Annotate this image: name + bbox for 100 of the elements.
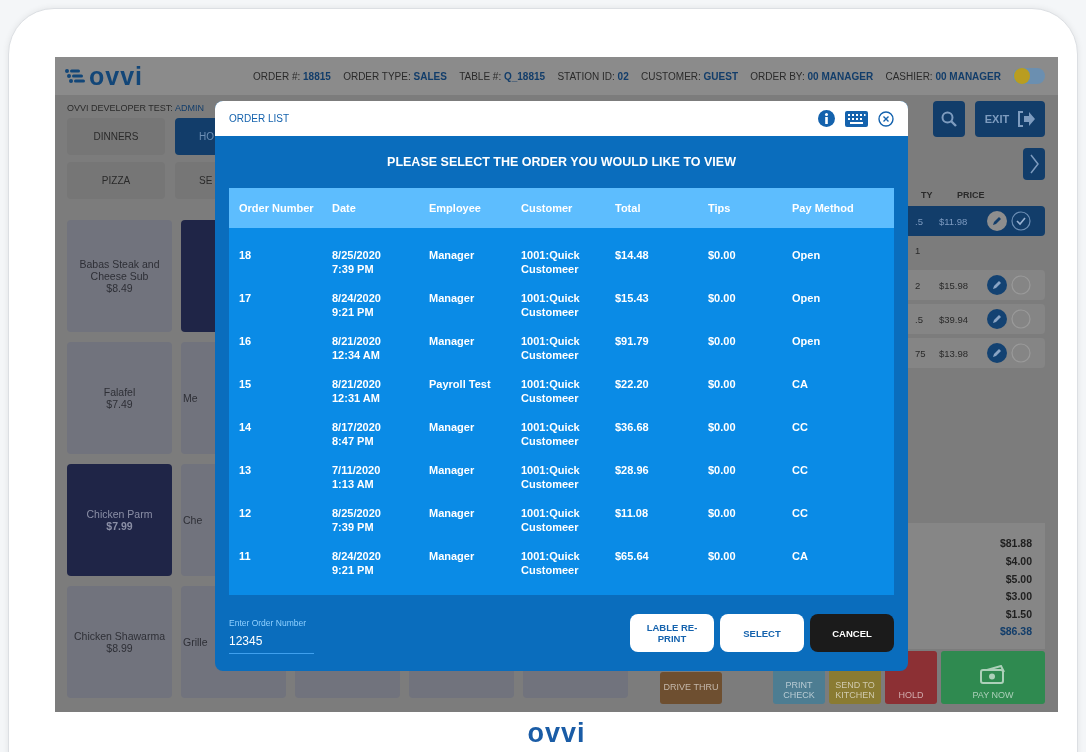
table-cell-text: 14 [239,420,253,434]
table-cell-text: $0.00 [708,248,737,262]
table-cell-text: Manager [429,463,476,477]
table-cell-text: Payroll Test [429,377,492,391]
table-cell-text: $36.68 [615,420,650,434]
category-button[interactable]: PIZZA [67,162,165,199]
column-header: Date [332,202,357,214]
table-cell-text: Manager [429,334,476,348]
table-cell-text: Manager [429,291,476,305]
table-cell-text: Manager [429,248,476,262]
table-cell-text: 13 [239,463,253,477]
table-cell-text: 7/11/2020 1:13 AM [332,463,382,491]
table-cell-text: Open [792,248,822,262]
quantity-text: .5 [915,313,924,325]
table-cell-text: 8/24/2020 9:21 PM [332,549,382,577]
column-header: PRICE [957,190,986,200]
order-info-text: ORDER TYPE: SALES [343,70,447,82]
table-cell-text: 8/25/2020 7:39 PM [332,248,382,276]
price-text: $15.98 [939,279,970,291]
table-cell-text: $91.79 [615,334,650,348]
grand-total-amount: $86.38 [999,624,1032,640]
amount-text: $4.00 [1005,554,1032,570]
amount-text: $81.88 [999,536,1032,552]
table-cell-text: Manager [429,506,476,520]
brand-logo: ovvi [526,718,587,749]
keyboard-icon[interactable] [845,110,868,127]
category-button[interactable]: DINNERS [67,118,165,155]
next-button[interactable] [1023,148,1045,180]
table-cell-text: $0.00 [708,291,737,305]
info-icon[interactable] [818,110,835,127]
order-info-text: CUSTOMER: GUEST [641,70,739,82]
table-cell-text: $11.08 [615,506,650,520]
menu-item-tile[interactable]: Falafel $7.49 [67,342,172,454]
table-cell-text: 1001:Quick Customeer [521,549,581,577]
menu-item-tile[interactable]: Babas Steak and Cheese Sub $8.49 [67,220,172,332]
check-icon[interactable] [1011,211,1031,231]
table-cell-text: CC [792,506,809,520]
table-cell-text: 15 [239,377,253,391]
table-cell-text: CC [792,463,809,477]
column-header: Total [615,202,642,214]
table-cell-text: 8/25/2020 7:39 PM [332,506,382,534]
store-label: OVVI DEVELOPER TEST: ADMIN [67,103,205,113]
table-cell-text: 1001:Quick Customeer [521,377,581,405]
price-text: $39.94 [939,313,970,325]
toggle-switch[interactable] [1013,67,1045,85]
close-icon[interactable] [878,110,894,127]
table-cell-text: Open [792,334,822,348]
price-text: $13.98 [939,347,970,359]
amount-text: $5.00 [1005,571,1032,587]
dialog-button[interactable]: LABLE RE-PRINT [630,614,714,652]
order-info-text: ORDER BY: 00 MANAGER [750,70,874,82]
amount-text: $1.50 [1005,606,1032,622]
table-cell-text: 8/21/2020 12:34 AM [332,334,382,362]
table-cell-text: 1001:Quick Customeer [521,334,581,362]
exit-icon [1017,111,1036,127]
table-cell-text: 18 [239,248,253,262]
table-cell-text: $0.00 [708,420,737,434]
table-cell-text: $0.00 [708,463,737,477]
amount-text: $3.00 [1005,589,1032,605]
quantity-text: 2 [915,279,922,291]
column-header: Tips [708,202,732,214]
column-header: TY [921,190,934,200]
order-info-text: ORDER #: 18815 [253,70,331,82]
order-info-text: CASHIER: 00 MANAGER [885,70,1001,82]
table-cell-text: 8/17/2020 8:47 PM [332,420,382,448]
table-cell-text: $15.43 [615,291,650,305]
edit-icon[interactable] [987,211,1007,231]
edit-icon[interactable] [987,275,1007,295]
table-cell-text: CA [792,377,809,391]
table-cell-text: 12 [239,506,253,520]
table-cell-text: 1001:Quick Customeer [521,463,581,491]
column-header: Order Number [239,202,315,214]
exit-button[interactable]: EXIT [975,101,1045,137]
edit-icon[interactable] [987,309,1007,329]
table-cell-text: $0.00 [708,334,737,348]
table-cell-text: 8/24/2020 9:21 PM [332,291,382,319]
order-number-field[interactable]: 12345 [229,634,314,654]
table-cell-text: Open [792,291,822,305]
quantity-text: 1 [915,244,922,256]
app-logo: ovvi [89,63,144,89]
table-cell-text: CC [792,420,809,434]
quantity-text: 75 [915,347,927,359]
menu-icon[interactable] [65,69,85,83]
menu-item-tile[interactable]: Chicken Parm $7.99 [67,464,172,576]
table-cell-text: CA [792,549,809,563]
table-cell-text: 1001:Quick Customeer [521,291,581,319]
pay-now-button[interactable]: PAY NOW [941,651,1045,704]
table-cell-text: 11 [239,549,252,563]
quantity-text: .5 [915,215,924,227]
search-icon [941,111,957,127]
search-button[interactable] [933,101,965,137]
table-cell-text: 1001:Quick Customeer [521,420,581,448]
edit-icon[interactable] [987,343,1007,363]
dialog-button[interactable]: SELECT [720,614,804,652]
table-cell-text: $22.20 [615,377,650,391]
dialog-title: ORDER LIST [229,113,290,124]
cancel-button[interactable]: CANCEL [810,614,894,652]
table-cell-text: Manager [429,549,476,563]
action-button[interactable]: DRIVE THRU [660,672,722,704]
menu-item-tile[interactable]: Chicken Shawarma $8.99 [67,586,172,698]
